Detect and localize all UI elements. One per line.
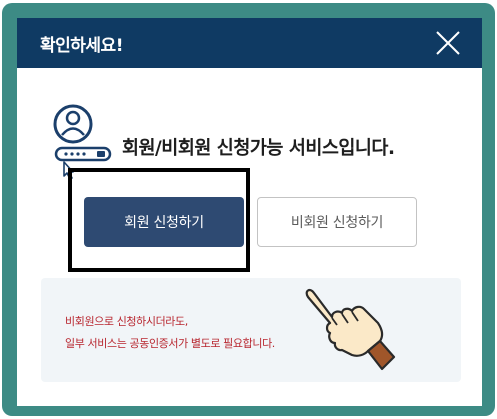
member-apply-button[interactable]: 회원 신청하기 — [84, 197, 244, 247]
confirm-dialog: 확인하세요! 회원/비회원 신청가능 서비스입니다. 회원 신청하기 비회원 신… — [17, 18, 482, 406]
dialog-title: 확인하세요! — [40, 36, 123, 56]
headline-text: 회원/비회원 신청가능 서비스입니다. — [122, 138, 395, 159]
hand-pointer-icon — [305, 288, 396, 371]
dialog-header: 확인하세요! — [17, 18, 482, 68]
dialog-frame: 확인하세요! 회원/비회원 신청가능 서비스입니다. 회원 신청하기 비회원 신… — [2, 3, 495, 416]
guest-apply-button[interactable]: 비회원 신청하기 — [257, 197, 417, 247]
notice-line-2: 일부 서비스는 공동인증서가 별도로 필요합니다. — [65, 337, 275, 350]
notice-line-1: 비회원으로 신청하시더라도, — [65, 315, 188, 328]
close-icon — [436, 31, 460, 55]
close-button[interactable] — [434, 29, 462, 57]
